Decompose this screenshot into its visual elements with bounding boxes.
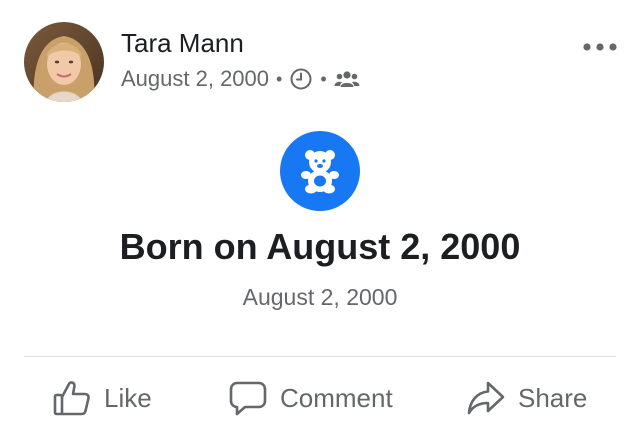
share-label: Share	[518, 382, 588, 413]
comment-button[interactable]: Comment	[228, 372, 393, 424]
comment-label: Comment	[280, 382, 393, 413]
separator-dot: •	[276, 68, 283, 89]
share-arrow-icon	[467, 381, 505, 415]
avatar[interactable]	[24, 22, 104, 102]
like-button[interactable]: Like	[52, 372, 152, 424]
clock-icon	[289, 67, 313, 91]
comment-bubble-icon	[229, 381, 267, 416]
more-options-icon[interactable]	[580, 36, 620, 58]
share-button[interactable]: Share	[466, 372, 587, 424]
like-label: Like	[104, 382, 152, 413]
life-event-title: Born on August 2, 2000	[119, 226, 521, 267]
divider	[24, 356, 616, 357]
post-date[interactable]: August 2, 2000	[121, 66, 269, 92]
teddy-bear-icon	[301, 150, 339, 194]
author-name[interactable]: Tara Mann	[121, 28, 244, 59]
post-meta: August 2, 2000 • •	[121, 64, 360, 94]
life-event-badge	[280, 131, 360, 211]
thumbs-up-icon	[53, 381, 90, 416]
life-event-date: August 2, 2000	[242, 284, 398, 310]
separator-dot: •	[320, 68, 327, 89]
friends-icon[interactable]	[334, 69, 360, 89]
avatar-photo	[24, 22, 104, 102]
